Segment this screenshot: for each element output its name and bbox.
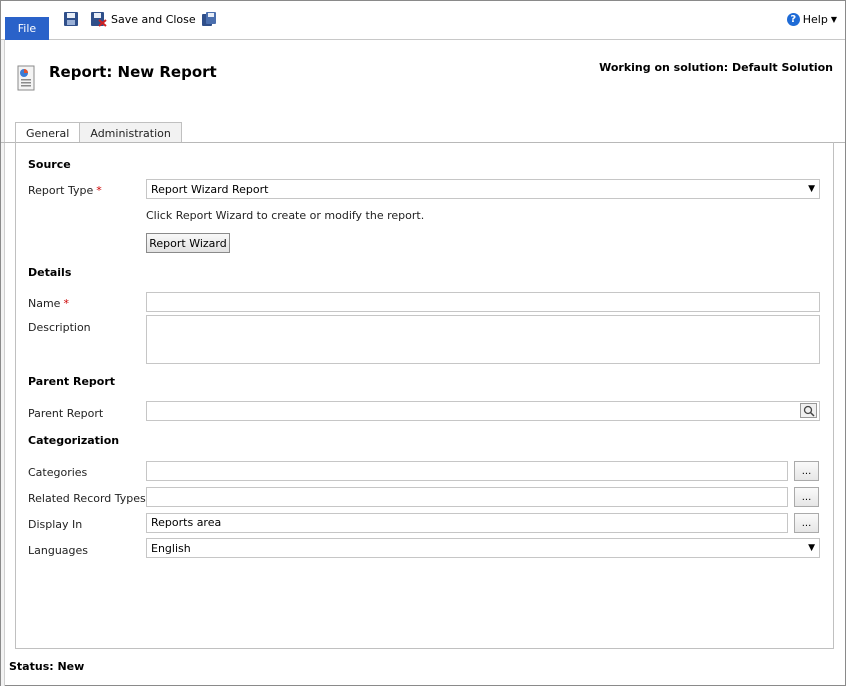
file-tab[interactable]: File <box>5 17 49 40</box>
section-source: Source <box>28 158 71 171</box>
languages-select[interactable]: English ▼ <box>146 538 820 558</box>
name-label: Name * <box>28 297 69 310</box>
save-close-icon[interactable] <box>90 11 107 27</box>
related-record-types-label: Related Record Types <box>28 492 146 505</box>
report-type-label-text: Report Type <box>28 184 94 197</box>
page-title: Report: New Report <box>49 63 217 81</box>
status-bar: Status: New <box>9 660 85 673</box>
categories-label: Categories <box>28 466 88 479</box>
name-input[interactable] <box>146 292 820 312</box>
save-icon[interactable] <box>63 11 79 27</box>
related-record-types-browse-button[interactable]: ... <box>794 487 819 507</box>
dropdown-arrow-icon: ▼ <box>808 543 815 553</box>
description-label: Description <box>28 321 91 334</box>
categories-input[interactable] <box>146 461 788 481</box>
description-textarea[interactable] <box>146 315 820 364</box>
name-label-text: Name <box>28 297 61 310</box>
solution-indicator: Working on solution: Default Solution <box>599 61 833 74</box>
form-tabs: General Administration <box>15 122 182 143</box>
section-details: Details <box>28 266 72 279</box>
parent-report-lookup[interactable] <box>146 401 820 421</box>
display-in-label: Display In <box>28 518 83 531</box>
ribbon-toolbar: File Save and Close ? Help ▼ <box>1 1 845 40</box>
parent-report-label: Parent Report <box>28 407 104 420</box>
report-wizard-hint: Click Report Wizard to create or modify … <box>146 209 425 222</box>
help-label: Help <box>802 13 828 26</box>
report-type-label: Report Type * <box>28 184 102 197</box>
dropdown-arrow-icon: ▼ <box>808 184 815 194</box>
section-categorization: Categorization <box>28 434 120 447</box>
languages-value: English <box>151 541 191 555</box>
report-wizard-button[interactable]: Report Wizard <box>146 233 230 253</box>
save-and-close-button[interactable]: Save and Close <box>111 13 196 26</box>
left-edge-strip <box>1 1 5 686</box>
tab-general[interactable]: General <box>15 122 81 143</box>
display-in-field[interactable]: Reports area <box>146 513 788 533</box>
display-in-value: Reports area <box>151 516 222 529</box>
save-as-icon[interactable] <box>201 11 217 27</box>
report-document-icon <box>17 65 35 91</box>
display-in-browse-button[interactable]: ... <box>794 513 819 533</box>
languages-label: Languages <box>28 544 89 557</box>
help-icon: ? <box>786 13 800 26</box>
tab-administration[interactable]: Administration <box>79 122 182 143</box>
report-type-value: Report Wizard Report <box>151 182 269 196</box>
form-panel <box>15 142 834 649</box>
section-parent-report: Parent Report <box>28 375 116 388</box>
required-marker: * <box>96 184 102 197</box>
chevron-down-icon: ▼ <box>830 15 837 24</box>
required-marker: * <box>63 297 69 310</box>
categories-browse-button[interactable]: ... <box>794 461 819 481</box>
lookup-icon[interactable] <box>800 403 817 418</box>
report-form-window: File Save and Close ? Help ▼ Report: New… <box>0 0 846 686</box>
related-record-types-input[interactable] <box>146 487 788 507</box>
report-type-select[interactable]: Report Wizard Report ▼ <box>146 179 820 199</box>
help-menu[interactable]: ? Help ▼ <box>786 13 837 26</box>
